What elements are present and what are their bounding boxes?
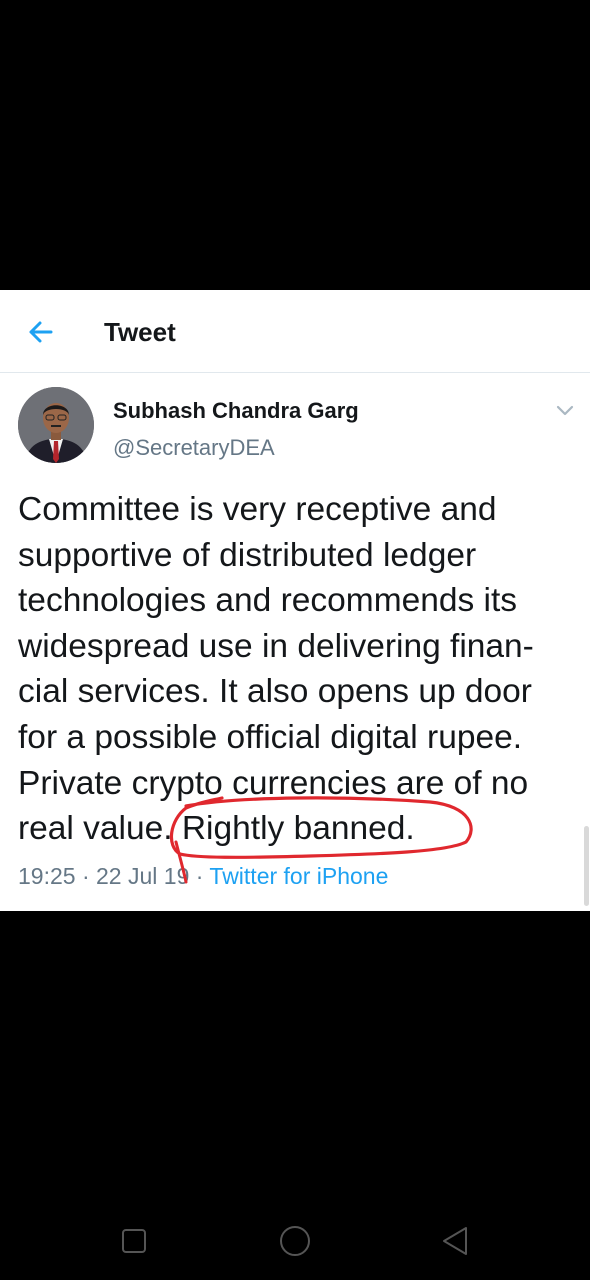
tweet-text-line: real value. Rightly banned. [18, 810, 415, 848]
tweet-source-link[interactable]: Twitter for iPhone [209, 863, 388, 889]
recents-button[interactable] [114, 1222, 154, 1260]
tweet-text-line: widespread use in delivering finan- [18, 627, 534, 665]
author-name[interactable]: Subhash Chandra Garg [113, 397, 359, 425]
tweet-text: Committee is very receptive and supporti… [18, 487, 584, 852]
circle-home-icon [280, 1226, 310, 1256]
tweet-menu-button[interactable] [552, 400, 578, 422]
author-handle[interactable]: @SecretaryDEA [113, 434, 275, 462]
app-header: Tweet [0, 290, 590, 373]
avatar[interactable] [18, 387, 94, 463]
avatar-image [18, 387, 94, 463]
tweet-text-line: Committee is very receptive and [18, 491, 497, 528]
chevron-down-icon [556, 405, 574, 416]
tweet-text-line: technologies and recommends its [18, 582, 518, 620]
status-area-blank [0, 0, 590, 290]
home-button[interactable] [275, 1222, 315, 1260]
scrollbar[interactable] [584, 826, 589, 906]
system-navigation-bar [0, 1200, 590, 1280]
tweet-date: 22 Jul 19 [96, 863, 190, 889]
arrow-left-icon [29, 321, 53, 343]
tweet-time: 19:25 [18, 863, 76, 889]
square-recents-icon [122, 1229, 146, 1253]
tweet-text-line: supportive of distributed ledger [18, 536, 477, 574]
page-title: Tweet [104, 317, 176, 347]
tweet-text-line: cial services. It also opens up door [18, 673, 532, 711]
tweet-text-line: Private crypto currencies are of no [18, 764, 529, 802]
tweet-meta: 19:25 · 22 Jul 19 · Twitter for iPhone [18, 861, 388, 891]
meta-separator: · [81, 863, 90, 889]
back-nav-button[interactable] [436, 1222, 476, 1260]
back-button[interactable] [22, 314, 58, 350]
triangle-back-icon [443, 1227, 467, 1255]
tweet-text-line: for a possible official digital rupee. [18, 718, 523, 756]
meta-separator: · [195, 863, 204, 889]
tweet-screen: Tweet Subhash Chandra Garg @SecretaryDEA… [0, 290, 590, 911]
